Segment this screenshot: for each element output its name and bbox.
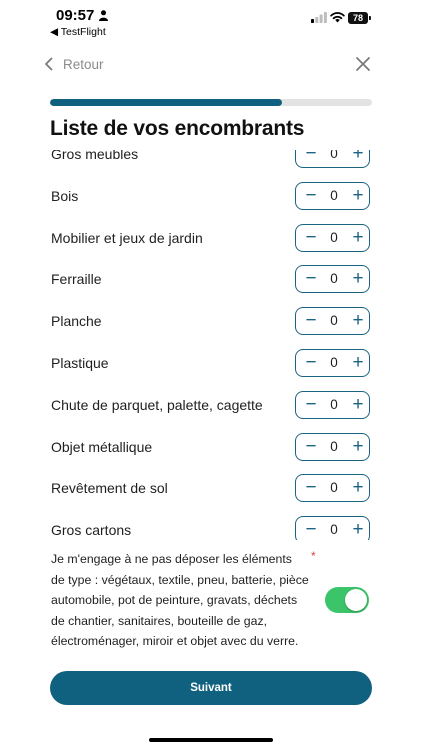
- quantity-value: 0: [330, 313, 338, 329]
- consent-toggle[interactable]: [325, 587, 369, 613]
- quantity-stepper: −0 +: [295, 223, 370, 252]
- quantity-value: 0: [330, 271, 338, 287]
- item-label: Revêtement de sol: [51, 480, 168, 497]
- item-row: Plastique −0 +: [0, 349, 422, 379]
- signal-icon: [311, 12, 327, 23]
- quantity-stepper: −0 +: [295, 307, 370, 336]
- status-bar: 09:57 ◀ TestFlight 78: [0, 0, 422, 44]
- toggle-knob: [345, 589, 367, 611]
- item-row: Planche −0 +: [0, 307, 422, 337]
- item-label: Chute de parquet, palette, cagette: [51, 396, 263, 413]
- increment-button[interactable]: +: [347, 308, 369, 334]
- increment-button[interactable]: +: [347, 225, 369, 251]
- item-row: Gros cartons −0 +: [0, 516, 422, 540]
- decrement-button[interactable]: −: [300, 392, 322, 418]
- decrement-button[interactable]: −: [300, 225, 322, 251]
- decrement-button[interactable]: −: [300, 350, 322, 376]
- decrement-button[interactable]: −: [300, 266, 322, 292]
- increment-button[interactable]: +: [347, 183, 369, 209]
- increment-button[interactable]: +: [347, 434, 369, 460]
- wifi-icon: [330, 12, 345, 23]
- quantity-stepper: −0 +: [295, 474, 370, 503]
- decrement-button[interactable]: −: [300, 150, 322, 167]
- item-row: Gros meubles −0 +: [0, 150, 422, 170]
- home-indicator: [149, 738, 273, 742]
- quantity-stepper: −0 +: [295, 432, 370, 461]
- quantity-value: 0: [330, 396, 338, 412]
- status-time: 09:57: [56, 7, 95, 24]
- quantity-stepper: −0 +: [295, 516, 370, 540]
- item-label: Mobilier et jeux de jardin: [51, 229, 203, 246]
- chevron-left-icon: [45, 57, 53, 71]
- item-label: Planche: [51, 313, 102, 330]
- battery-level: 78: [348, 12, 368, 24]
- person-icon: [99, 10, 108, 21]
- page-title: Liste de vos encombrants: [50, 117, 305, 140]
- progress-bar: [50, 99, 372, 106]
- quantity-value: 0: [330, 229, 338, 245]
- increment-button[interactable]: +: [347, 266, 369, 292]
- quantity-stepper: −0 +: [295, 150, 370, 168]
- quantity-stepper: −0 +: [295, 265, 370, 294]
- back-to-testflight[interactable]: ◀ TestFlight: [50, 26, 106, 38]
- quantity-value: 0: [330, 522, 338, 538]
- item-row: Bois −0 +: [0, 181, 422, 212]
- back-button[interactable]: Retour: [44, 53, 104, 75]
- item-row: Objet métallique −0 +: [0, 432, 422, 463]
- increment-button[interactable]: +: [347, 150, 369, 167]
- item-label: Plastique: [51, 355, 109, 371]
- item-label: Ferraille: [51, 271, 102, 288]
- item-row: Revêtement de sol −0 +: [0, 474, 422, 504]
- item-row: Ferraille −0 +: [0, 265, 422, 295]
- back-label: Retour: [63, 56, 104, 72]
- next-button[interactable]: Suivant: [50, 671, 372, 705]
- decrement-button[interactable]: −: [300, 434, 322, 460]
- item-label: Gros cartons: [51, 522, 132, 539]
- increment-button[interactable]: +: [347, 517, 369, 540]
- quantity-stepper: −0 +: [295, 349, 370, 377]
- required-asterisk: *: [311, 549, 316, 563]
- quantity-value: 0: [330, 438, 338, 454]
- decrement-button[interactable]: −: [300, 308, 322, 334]
- increment-button[interactable]: +: [347, 475, 369, 501]
- quantity-stepper: −0 +: [295, 390, 370, 419]
- decrement-button[interactable]: −: [300, 183, 322, 209]
- quantity-value: 0: [330, 355, 338, 370]
- quantity-value: 0: [330, 480, 338, 496]
- battery-icon: 78: [348, 12, 372, 24]
- progress-bar-fill: [50, 99, 282, 106]
- quantity-value: 0: [330, 187, 338, 203]
- item-row: Chute de parquet, palette, cagette −0 +: [0, 390, 422, 421]
- item-label: Bois: [51, 187, 79, 204]
- quantity-stepper: −0 +: [295, 181, 370, 210]
- item-row: Mobilier et jeux de jardin −0 +: [0, 223, 422, 254]
- quantity-value: 0: [330, 150, 338, 161]
- decrement-button[interactable]: −: [300, 475, 322, 501]
- item-label: Objet métallique: [51, 438, 153, 455]
- item-label: Gros meubles: [51, 150, 139, 162]
- increment-button[interactable]: +: [347, 350, 369, 376]
- increment-button[interactable]: +: [347, 392, 369, 418]
- items-list[interactable]: Gros meubles −0 + Bois −0 + Mobilier et jeux d…: [0, 150, 422, 540]
- decrement-button[interactable]: −: [300, 517, 322, 540]
- close-icon[interactable]: [355, 56, 371, 72]
- consent-text: Je m'engage à ne pas déposer les élément…: [51, 552, 309, 648]
